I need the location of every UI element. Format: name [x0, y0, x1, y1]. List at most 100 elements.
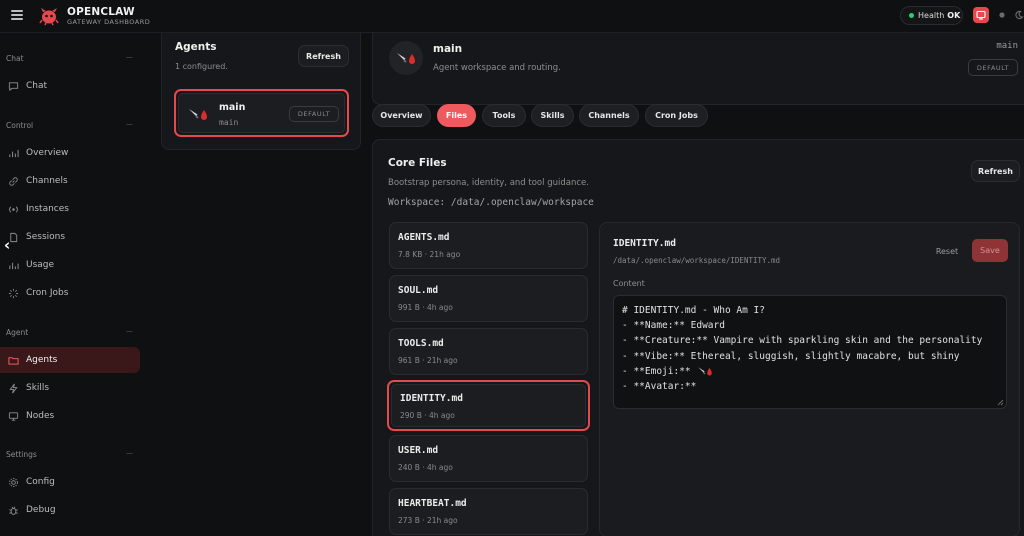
core-files-panel: Core Files Bootstrap persona, identity, …	[372, 139, 1024, 536]
content-line: # IDENTITY.md - Who Am I?	[622, 305, 765, 316]
moon-icon	[1015, 10, 1024, 20]
sidebar-item-label: Config	[26, 477, 55, 487]
file-name: AGENTS.md	[398, 232, 450, 243]
file-name: TOOLS.md	[398, 338, 444, 349]
agent-header-name: main	[433, 43, 463, 55]
sidebar-item-cron-jobs[interactable]: Cron Jobs	[0, 280, 140, 306]
health-value: OK	[947, 11, 961, 20]
sidebar-section-chat: Chat	[6, 54, 24, 63]
content-line: - **Vibe:** Ethereal, sluggish, slightly…	[622, 350, 960, 362]
sidebar-item-label: Chat	[26, 81, 48, 91]
sidebar-item-label: Overview	[26, 148, 69, 158]
files-refresh-button[interactable]: Refresh	[971, 160, 1020, 182]
file-item-soul[interactable]: SOUL.md 991 B · 4h ago	[389, 275, 588, 322]
file-item-tools[interactable]: TOOLS.md 961 B · 21h ago	[389, 328, 588, 375]
collapse-caret-icon[interactable]: —	[126, 449, 133, 457]
sidebar-item-label: Channels	[26, 176, 68, 186]
health-status[interactable]: Health OK	[900, 6, 963, 25]
tab-overview[interactable]: Overview	[372, 104, 431, 127]
sidebar-item-label: Usage	[26, 260, 55, 270]
file-editor: IDENTITY.md /data/.openclaw/workspace/ID…	[599, 222, 1020, 536]
agent-card-main[interactable]: main main DEFAULT	[174, 89, 349, 137]
agent-header-id: main	[996, 41, 1018, 51]
sidebar-item-overview[interactable]: Overview	[0, 140, 140, 166]
sidebar-item-label: Sessions	[26, 232, 66, 242]
sun-icon	[999, 12, 1005, 18]
tab-files[interactable]: Files	[437, 104, 476, 127]
sidebar-item-channels[interactable]: Channels	[0, 168, 140, 194]
editor-file-path: /data/.openclaw/workspace/IDENTITY.md	[613, 256, 781, 265]
agents-title: Agents	[175, 41, 217, 53]
chat-bubble-icon	[8, 81, 19, 91]
sidebar-item-usage[interactable]: Usage	[0, 252, 140, 278]
default-badge: DEFAULT	[968, 59, 1018, 76]
reset-button[interactable]: Reset	[920, 241, 974, 262]
resize-handle-icon[interactable]	[996, 398, 1004, 406]
menu-icon[interactable]	[11, 10, 23, 20]
link-icon	[9, 176, 18, 186]
agent-header-panel: main Agent workspace and routing. main D…	[372, 33, 1024, 105]
gear-icon	[9, 477, 18, 487]
top-bar: OPENCLAW GATEWAY DASHBOARD Health OK	[0, 0, 1024, 33]
content-line-emoji: - **Emoji:**	[622, 364, 998, 379]
file-name: HEARTBEAT.md	[398, 498, 467, 509]
content-textarea[interactable]: # IDENTITY.md - Who Am I? - **Name:** Ed…	[613, 295, 1007, 409]
content-line: - **Emoji:**	[622, 365, 697, 377]
collapse-sidebar-chevron-left-icon[interactable]: ‹	[4, 236, 20, 256]
core-files-subtitle: Bootstrap persona, identity, and tool gu…	[388, 178, 589, 188]
tab-skills[interactable]: Skills	[531, 104, 574, 127]
tab-channels[interactable]: Channels	[579, 104, 639, 127]
light-theme-button[interactable]	[994, 7, 1010, 23]
sidebar-item-agents[interactable]: Agents	[0, 347, 140, 373]
file-item-agents[interactable]: AGENTS.md 7.8 KB · 21h ago	[389, 222, 588, 269]
sidebar-item-config[interactable]: Config	[0, 469, 140, 495]
brand-name: OPENCLAW	[67, 6, 135, 18]
workspace-path: Workspace: /data/.openclaw/workspace	[388, 197, 594, 208]
content-line: - **Name:** Edward	[622, 320, 725, 332]
bar-chart-icon	[9, 262, 19, 269]
file-name: SOUL.md	[398, 285, 439, 296]
sidebar-item-chat[interactable]: Chat	[0, 73, 140, 99]
file-item-identity[interactable]: IDENTITY.md 290 B · 4h ago	[387, 380, 590, 431]
health-label: Health	[918, 11, 945, 20]
bar-chart-icon	[9, 149, 19, 157]
agents-count: 1 configured.	[175, 62, 228, 71]
file-name: USER.md	[398, 445, 439, 456]
file-item-heartbeat[interactable]: HEARTBEAT.md 273 B · 21h ago	[389, 488, 588, 535]
sidebar-item-label: Cron Jobs	[26, 288, 69, 298]
tab-tools[interactable]: Tools	[482, 104, 526, 127]
file-meta: 991 B · 4h ago	[398, 303, 453, 312]
content-line: - **Avatar:**	[622, 381, 697, 392]
collapse-caret-icon[interactable]: —	[126, 53, 133, 61]
knife-blood-emoji-icon	[698, 367, 713, 376]
bolt-icon	[9, 383, 18, 393]
content-label: Content	[613, 279, 645, 288]
sidebar-item-sessions[interactable]: Sessions	[0, 224, 140, 250]
sidebar-section-agent: Agent	[6, 328, 29, 337]
collapse-caret-icon[interactable]: —	[126, 327, 133, 335]
status-dot-icon	[909, 13, 914, 18]
bug-icon	[9, 506, 18, 515]
dark-theme-button[interactable]	[1011, 7, 1024, 23]
sidebar-item-skills[interactable]: Skills	[0, 375, 140, 401]
file-meta: 240 B · 4h ago	[398, 463, 453, 472]
save-button[interactable]: Save	[972, 239, 1008, 262]
tab-cron-jobs[interactable]: Cron Jobs	[645, 104, 708, 127]
monitor-icon	[8, 411, 19, 421]
sidebar-item-label: Instances	[26, 204, 69, 214]
collapse-caret-icon[interactable]: —	[126, 120, 133, 128]
chat-toggle-button[interactable]	[973, 7, 989, 23]
file-meta: 7.8 KB · 21h ago	[398, 250, 461, 259]
loader-icon	[8, 288, 19, 298]
agents-refresh-button[interactable]: Refresh	[298, 45, 349, 67]
file-meta: 290 B · 4h ago	[400, 411, 455, 420]
monitor-icon	[976, 10, 986, 20]
knife-blood-emoji-icon	[189, 109, 207, 120]
file-item-user[interactable]: USER.md 240 B · 4h ago	[389, 435, 588, 482]
sidebar-section-control: Control	[6, 121, 34, 130]
sidebar-item-instances[interactable]: Instances	[0, 196, 140, 222]
brand-subtitle: GATEWAY DASHBOARD	[67, 18, 151, 26]
agent-id: main	[219, 118, 239, 127]
sidebar-item-nodes[interactable]: Nodes	[0, 403, 140, 429]
sidebar-item-debug[interactable]: Debug	[0, 497, 140, 523]
